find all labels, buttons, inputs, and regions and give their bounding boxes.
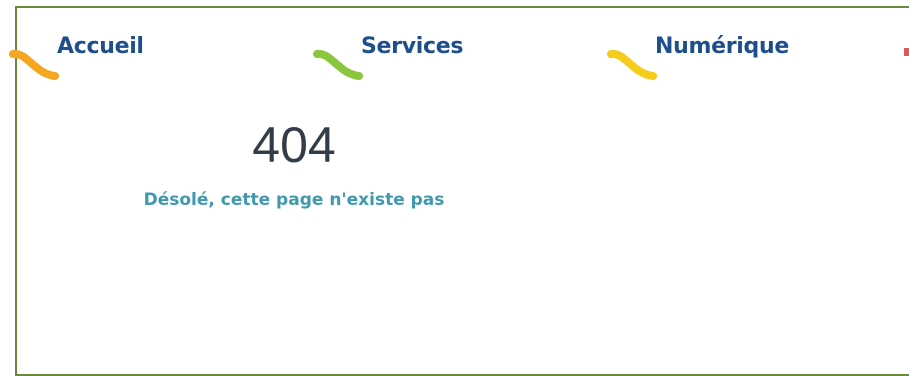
- swoosh-icon: [9, 50, 59, 80]
- page-frame: Accueil Services Numérique 404 Désolé, c…: [9, 6, 909, 376]
- swoosh-icon: [904, 48, 909, 56]
- swoosh-icon: [313, 50, 363, 80]
- swoosh-icon: [607, 50, 657, 80]
- nav-item-partial[interactable]: [902, 34, 909, 84]
- error-code: 404: [252, 117, 336, 173]
- main-navigation: Accueil Services Numérique: [9, 34, 909, 84]
- nav-label: Services: [361, 34, 464, 59]
- nav-label: Numérique: [655, 34, 789, 59]
- nav-label: Accueil: [57, 34, 144, 59]
- error-message: Désolé, cette page n'existe pas: [143, 190, 445, 210]
